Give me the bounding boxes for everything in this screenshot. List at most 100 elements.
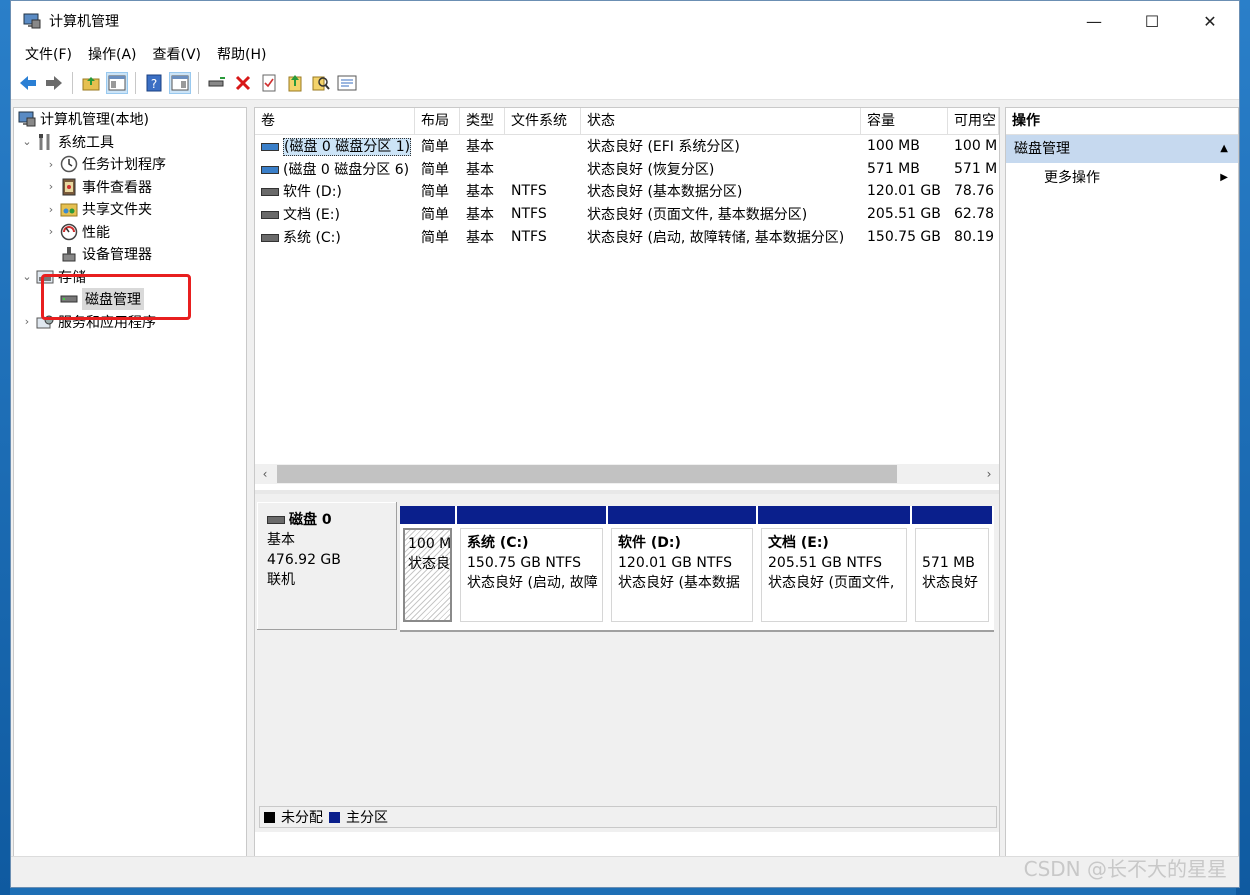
horizontal-scrollbar[interactable]: ‹ › (255, 464, 999, 484)
scrollbar-track[interactable] (275, 465, 979, 483)
table-row[interactable]: 系统 (C:) 简单 基本 NTFS 状态良好 (启动, 故障转储, 基本数据分区) 15… (255, 225, 999, 248)
column-header-layout[interactable]: 布局 (415, 108, 460, 134)
table-cell: 基本 (466, 207, 494, 224)
help-icon[interactable]: ? (143, 72, 165, 94)
table-cell: 150.75 GB (867, 228, 941, 245)
column-header-status[interactable]: 状态 (581, 108, 861, 134)
table-cell: 基本 (466, 161, 494, 178)
toolbar-separator (198, 72, 199, 94)
table-row[interactable]: (磁盘 0 磁盘分区 1) 简单 基本 状态良好 (EFI 系统分区) 100 MB 10… (255, 135, 999, 158)
chevron-down-icon[interactable]: ⌄ (20, 135, 34, 148)
volume-name: 软件 (D:) (283, 184, 342, 201)
status-bar: CSDN @长不大的星星 (11, 856, 1239, 887)
partition-title: 软件 (D:) (618, 535, 681, 551)
connect-drive-icon[interactable] (206, 72, 228, 94)
partition-size: 100 M (408, 536, 452, 552)
partition-efi[interactable]: 100 M 状态良 (400, 506, 457, 628)
menu-help[interactable]: 帮助(H) (209, 44, 274, 64)
minimize-button[interactable]: — (1065, 1, 1123, 41)
menu-view[interactable]: 查看(V) (145, 44, 210, 64)
partition-size: 120.01 GB NTFS (618, 555, 733, 571)
search-icon[interactable] (310, 72, 332, 94)
partition-status: 状态良好 (页面文件, (768, 575, 895, 591)
table-row[interactable]: 文档 (E:) 简单 基本 NTFS 状态良好 (页面文件, 基本数据分区) 205.51… (255, 203, 999, 226)
tree-label-event-viewer: 事件查看器 (82, 179, 152, 196)
chevron-right-icon[interactable]: › (20, 315, 34, 328)
tree-item-shared-folders[interactable]: › 共享文件夹 (14, 198, 246, 221)
volume-name: (磁盘 0 磁盘分区 6) (283, 161, 410, 178)
volume-icon (261, 143, 279, 152)
scroll-right-icon[interactable]: › (979, 467, 999, 481)
partition-status: 状态良好 (922, 575, 978, 591)
column-header-filesystem[interactable]: 文件系统 (505, 108, 581, 134)
table-cell: NTFS (511, 228, 547, 245)
disk-graphical-view: 磁盘 0 基本 476.92 GB 联机 100 M 状态良 系统 (C:) 1… (255, 494, 999, 832)
actions-section-disk-management[interactable]: 磁盘管理 ▲ (1006, 135, 1238, 163)
table-cell: 状态良好 (基本数据分区) (587, 184, 743, 201)
shared-folder-icon (60, 200, 78, 218)
table-cell: 基本 (466, 139, 494, 156)
column-header-capacity[interactable]: 容量 (861, 108, 948, 134)
volume-name: 文档 (E:) (283, 207, 340, 224)
table-cell: 571 MB (867, 160, 920, 177)
delete-icon[interactable] (232, 72, 254, 94)
svg-text:?: ? (151, 77, 157, 91)
partition-recovery[interactable]: 571 MB 状态良好 (912, 506, 994, 628)
maximize-button[interactable]: ☐ (1123, 1, 1181, 41)
show-hide-tree-icon[interactable] (106, 72, 128, 94)
legend-primary-swatch (329, 811, 340, 823)
table-cell: 简单 (421, 184, 449, 201)
column-header-type[interactable]: 类型 (460, 108, 505, 134)
disk-0-info[interactable]: 磁盘 0 基本 476.92 GB 联机 (257, 502, 397, 630)
forward-icon[interactable] (43, 72, 65, 94)
legend-unallocated-swatch (264, 811, 275, 823)
back-icon[interactable] (17, 72, 39, 94)
column-header-volume[interactable]: 卷 (255, 108, 415, 134)
tree-label-shared-folders: 共享文件夹 (82, 202, 152, 219)
computer-management-icon (23, 13, 41, 29)
properties-icon[interactable] (258, 72, 280, 94)
tree-item-event-viewer[interactable]: › 事件查看器 (14, 176, 246, 199)
list-icon[interactable] (336, 72, 358, 94)
partition-c[interactable]: 系统 (C:) 150.75 GB NTFS 状态良好 (启动, 故障 (457, 506, 608, 628)
export-icon[interactable] (284, 72, 306, 94)
volume-table-header: 卷 布局 类型 文件系统 状态 容量 可用空 (255, 108, 999, 135)
table-cell: 80.19 (954, 228, 995, 245)
submenu-arrow-icon: ▶ (1220, 172, 1228, 183)
tree-item-system-tools[interactable]: ⌄ 系统工具 (14, 131, 246, 154)
disk-partitions: 100 M 状态良 系统 (C:) 150.75 GB NTFS 状态良好 (启… (400, 506, 994, 632)
chevron-right-icon[interactable]: › (44, 158, 58, 171)
collapse-triangle-icon[interactable]: ▲ (1220, 135, 1228, 163)
volume-rows: (磁盘 0 磁盘分区 1) 简单 基本 状态良好 (EFI 系统分区) 100 MB 10… (255, 135, 999, 248)
scrollbar-thumb[interactable] (277, 465, 897, 483)
menu-action[interactable]: 操作(A) (80, 44, 145, 64)
disk-size: 476.92 GB (267, 552, 341, 568)
close-button[interactable]: ✕ (1181, 1, 1239, 41)
disk-status: 联机 (267, 572, 295, 588)
partition-e[interactable]: 文档 (E:) 205.51 GB NTFS 状态良好 (页面文件, (758, 506, 912, 628)
volume-icon (261, 233, 279, 242)
column-header-free-space[interactable]: 可用空 (948, 108, 999, 134)
performance-icon (60, 223, 78, 241)
chevron-right-icon[interactable]: › (44, 203, 58, 216)
partition-size: 571 MB (922, 555, 975, 571)
chevron-right-icon[interactable]: › (44, 180, 58, 193)
chevron-down-icon[interactable]: ⌄ (20, 270, 34, 283)
more-actions-item[interactable]: 更多操作 ▶ (1006, 163, 1238, 193)
scroll-left-icon[interactable]: ‹ (255, 467, 275, 481)
tree-item-task-scheduler[interactable]: › 任务计划程序 (14, 153, 246, 176)
volume-icon (261, 211, 279, 220)
partition-status: 状态良 (408, 556, 450, 572)
menu-file[interactable]: 文件(F) (17, 44, 80, 64)
partition-d[interactable]: 软件 (D:) 120.01 GB NTFS 状态良好 (基本数据 (608, 506, 758, 628)
tree-item-root[interactable]: 计算机管理(本地) (14, 108, 246, 131)
tree-item-performance[interactable]: › 性能 (14, 221, 246, 244)
disk-drive-icon (267, 516, 285, 524)
chevron-right-icon[interactable]: › (44, 225, 58, 238)
tree-item-device-manager[interactable]: 设备管理器 (14, 243, 246, 266)
table-row[interactable]: (磁盘 0 磁盘分区 6) 简单 基本 状态良好 (恢复分区) 571 MB 571 M (255, 158, 999, 181)
show-hide-action-pane-icon[interactable] (169, 72, 191, 94)
up-folder-icon[interactable] (80, 72, 102, 94)
table-row[interactable]: 软件 (D:) 简单 基本 NTFS 状态良好 (基本数据分区) 120.01 GB 78.… (255, 180, 999, 203)
table-cell: 205.51 GB (867, 206, 941, 223)
